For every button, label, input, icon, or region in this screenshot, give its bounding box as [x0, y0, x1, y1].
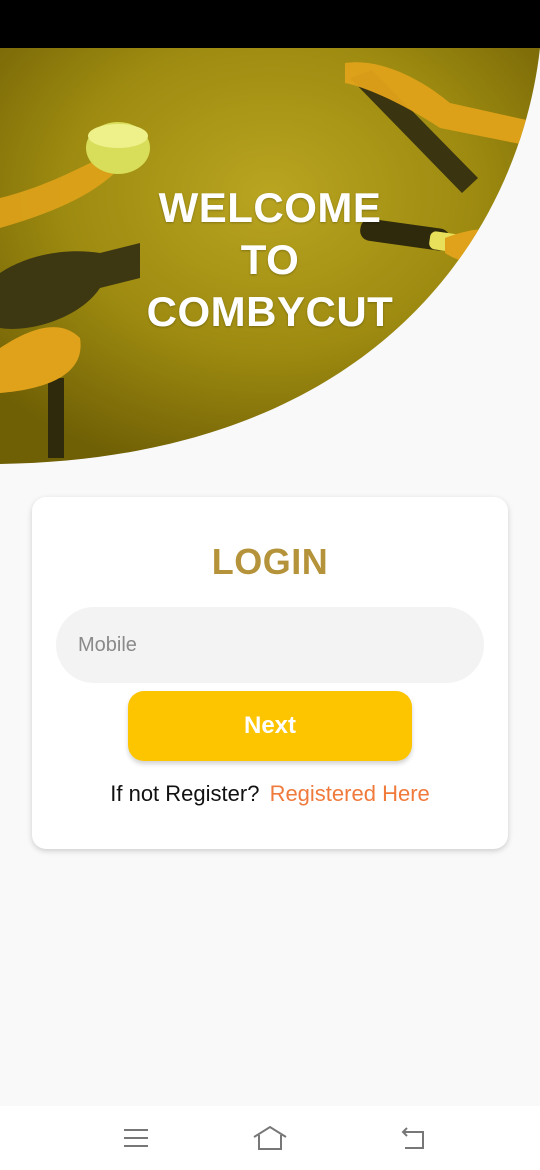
hero-banner: WELCOME TO COMBYCUT	[0, 48, 540, 464]
welcome-line-3: COMBYCUT	[146, 288, 394, 335]
welcome-line-1: WELCOME	[158, 184, 382, 231]
menu-icon[interactable]	[116, 1122, 156, 1154]
welcome-title: WELCOME TO COMBYCUT	[100, 182, 440, 338]
login-card: LOGIN Next If not Register? Registered H…	[32, 497, 508, 849]
status-bar	[0, 0, 540, 48]
back-icon[interactable]	[392, 1122, 432, 1154]
register-link[interactable]: Registered Here	[270, 781, 430, 806]
mobile-input[interactable]	[56, 607, 484, 683]
login-title: LOGIN	[211, 541, 329, 582]
register-prompt-line: If not Register? Registered Here	[32, 781, 508, 807]
next-button[interactable]: Next	[128, 691, 412, 761]
welcome-line-2: TO	[240, 236, 300, 283]
home-icon[interactable]	[250, 1122, 290, 1154]
system-nav-bar	[0, 1106, 540, 1170]
register-prompt: If not Register?	[110, 781, 260, 806]
